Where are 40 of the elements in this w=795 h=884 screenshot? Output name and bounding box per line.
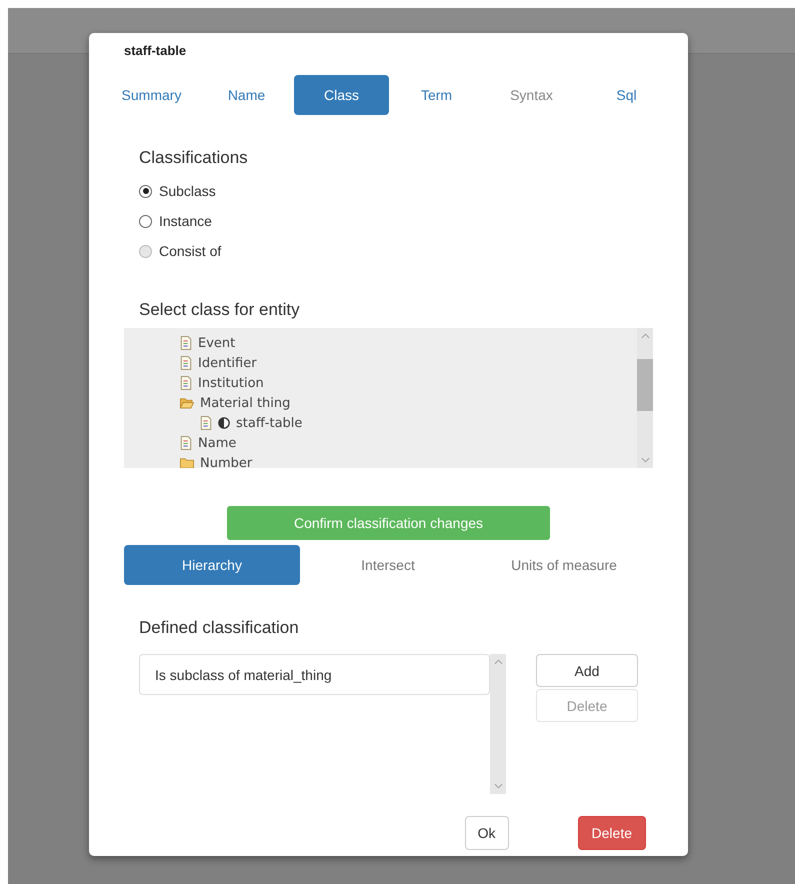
- tab[interactable]: Term: [389, 75, 484, 115]
- confirm-button[interactable]: Confirm classification changes: [227, 506, 550, 540]
- tab[interactable]: Units of measure: [476, 545, 652, 585]
- tree-item[interactable]: Identifier: [198, 356, 257, 370]
- delete-button[interactable]: Delete: [578, 816, 646, 850]
- tab[interactable]: Intersect: [300, 545, 476, 585]
- radio-label: Subclass: [159, 183, 216, 199]
- scroll-up-icon[interactable]: [494, 659, 502, 665]
- scroll-up-icon[interactable]: [640, 333, 650, 339]
- document-icon: [200, 416, 212, 430]
- tab[interactable]: Class: [294, 75, 389, 115]
- tab[interactable]: Sql: [579, 75, 674, 115]
- tree-item[interactable]: Name: [198, 436, 236, 450]
- tab[interactable]: Name: [199, 75, 294, 115]
- radio-button[interactable]: [139, 214, 152, 228]
- document-icon: [180, 436, 192, 450]
- document-icon: [180, 376, 192, 390]
- add-button[interactable]: Add: [536, 654, 638, 687]
- scroll-down-icon[interactable]: [640, 457, 650, 463]
- list-item[interactable]: Is subclass of material_thing: [139, 654, 490, 695]
- document-icon: [180, 336, 192, 350]
- tree-item[interactable]: staff-table: [236, 416, 302, 430]
- section-heading: Defined classification: [139, 618, 300, 638]
- radio-label: Consist of: [159, 243, 222, 259]
- tab[interactable]: Summary: [104, 75, 199, 115]
- section-heading: Classifications: [139, 148, 249, 168]
- ok-button[interactable]: Ok: [464, 816, 509, 850]
- scrollbar[interactable]: [490, 654, 506, 794]
- document-icon: [180, 356, 192, 370]
- radio-button[interactable]: [139, 184, 152, 198]
- dialog-title: staff-table: [123, 42, 188, 58]
- tree-item[interactable]: Number: [200, 456, 252, 468]
- radio-label: Instance: [159, 213, 212, 229]
- scrollbar[interactable]: [637, 328, 653, 468]
- tree-item[interactable]: Institution: [198, 376, 264, 390]
- tree-item[interactable]: Event: [198, 336, 236, 350]
- tree-item[interactable]: Material thing: [200, 396, 290, 410]
- section-heading: Select class for entity: [139, 300, 301, 320]
- scroll-down-icon[interactable]: [494, 783, 502, 789]
- tab[interactable]: Hierarchy: [124, 545, 300, 585]
